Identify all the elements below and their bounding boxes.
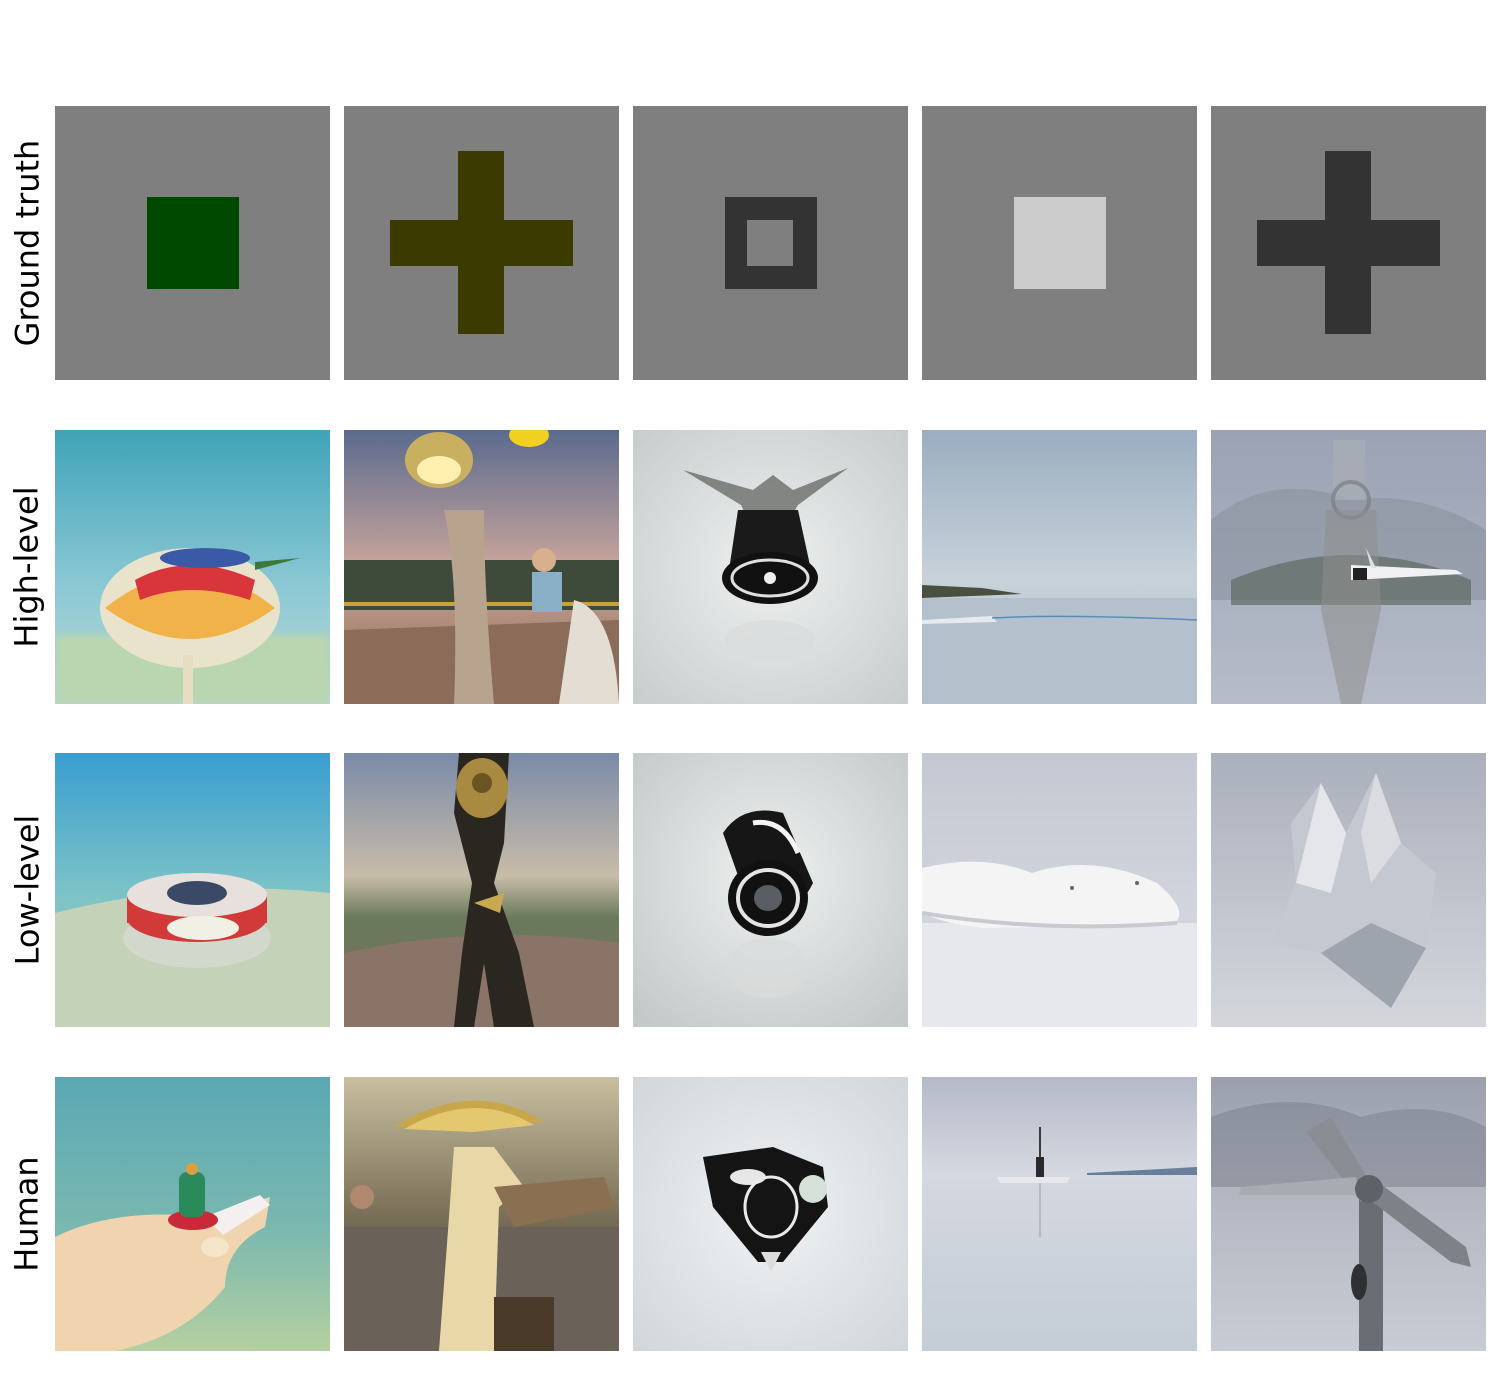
row-label-text: Low-level (8, 814, 46, 966)
human-hand-holding-figure-photo (55, 1077, 330, 1351)
human-pole-propeller-photo (1211, 1077, 1486, 1351)
high-level-black-object-photo (633, 430, 908, 704)
ground-truth-cross-olive (344, 106, 619, 380)
high-level-lamp-statue-photo (344, 430, 619, 704)
low-level-disc-toy-photo (55, 753, 330, 1027)
row-label-high-level: High-level (0, 430, 54, 704)
low-level-paper-sculpture-photo (1211, 753, 1486, 1027)
human-black-object-photo (633, 1077, 908, 1351)
ground-truth-square-green (55, 106, 330, 380)
low-level-white-shoe-photo (922, 753, 1197, 1027)
ground-truth-cross-dark (1211, 106, 1486, 380)
ground-truth-hollow-square (633, 106, 908, 380)
row-label-text: Ground truth (8, 139, 46, 347)
high-level-balloon-toy-photo (55, 430, 330, 704)
high-level-lake-horizon-photo (922, 430, 1197, 704)
ground-truth-square-light (922, 106, 1197, 380)
human-gold-statue-street-photo (344, 1077, 619, 1351)
row-label-text: High-level (8, 486, 46, 648)
low-level-ornate-statue-photo (344, 753, 619, 1027)
high-level-airplane-figure-photo (1211, 430, 1486, 704)
row-label-human: Human (0, 1077, 54, 1351)
low-level-black-cylinder-photo (633, 753, 908, 1027)
row-label-low-level: Low-level (0, 753, 54, 1027)
human-boat-on-lake-photo (922, 1077, 1197, 1351)
row-label-text: Human (8, 1156, 46, 1272)
row-label-ground-truth: Ground truth (0, 106, 54, 380)
